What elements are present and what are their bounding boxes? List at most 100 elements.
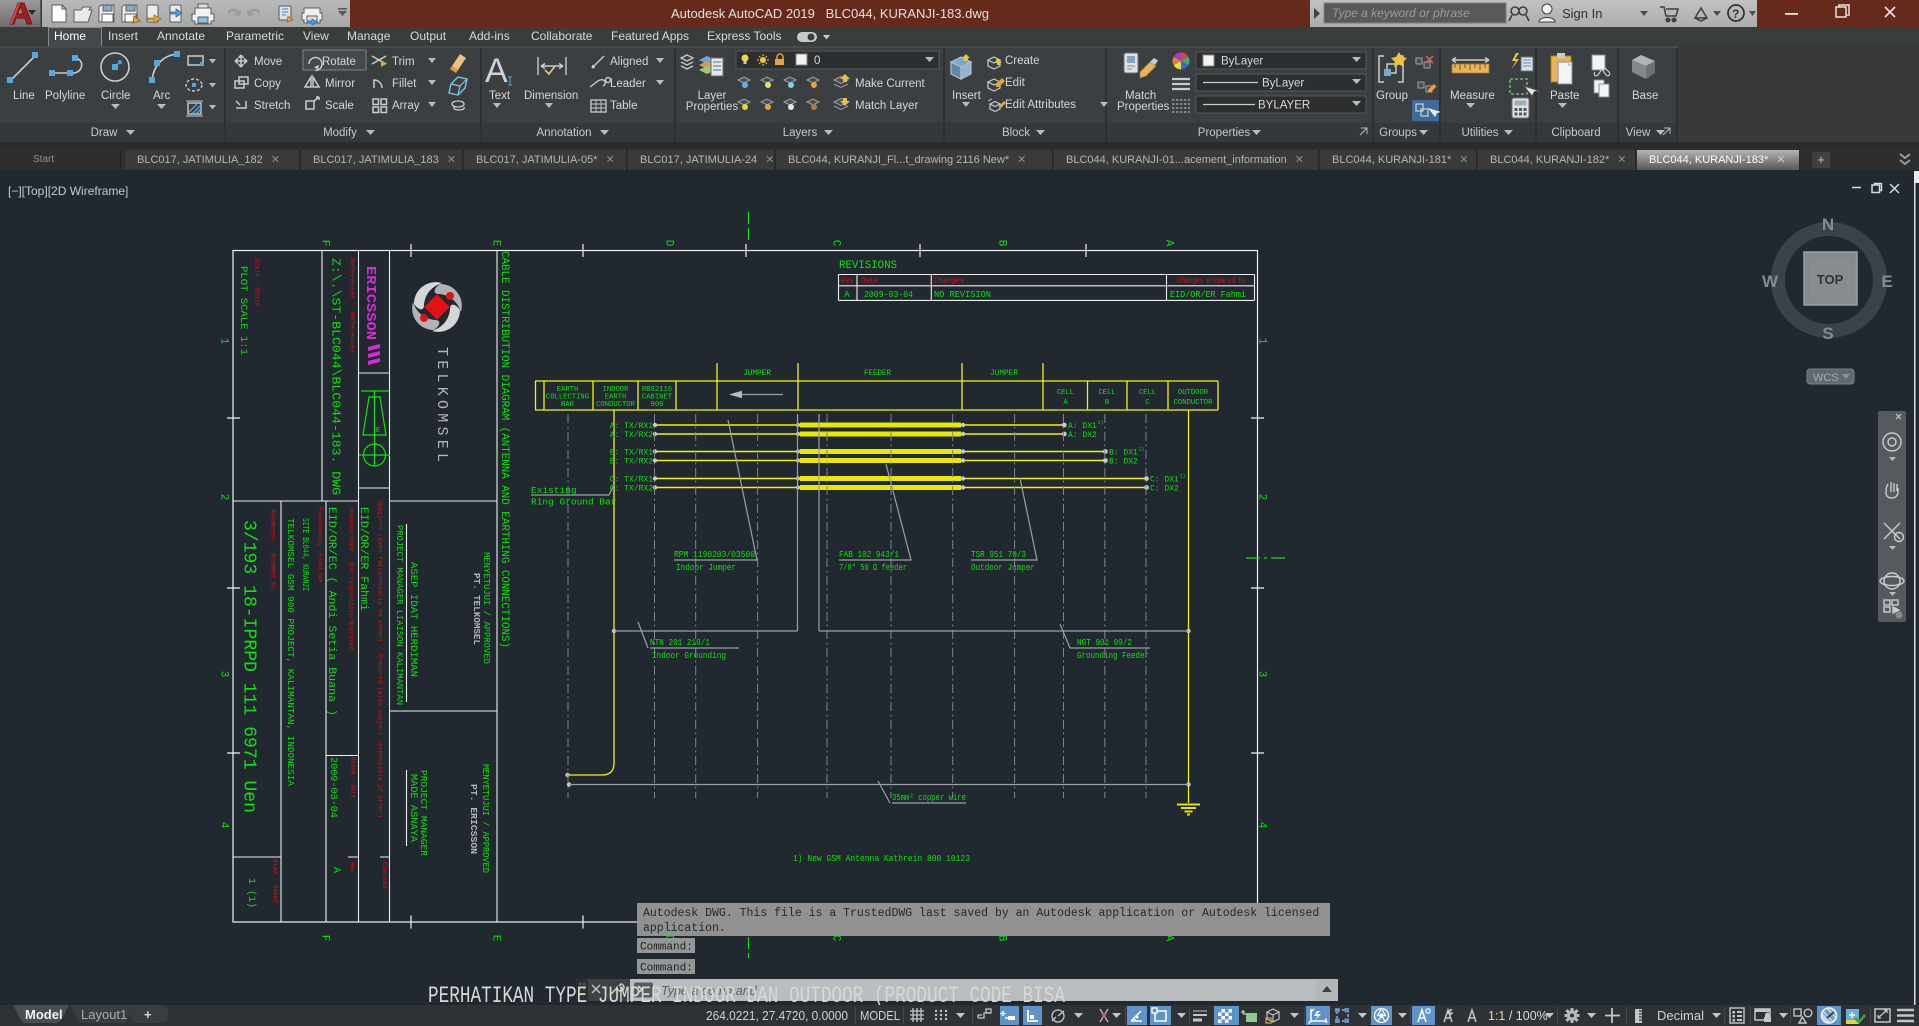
svg-text:3: 3 bbox=[218, 671, 230, 678]
svg-text:PLOT SCALE 1:1: PLOT SCALE 1:1 bbox=[237, 266, 248, 355]
svg-text:Layout1: Layout1 bbox=[81, 1007, 127, 1022]
svg-text:1: 1 bbox=[1256, 338, 1268, 345]
svg-text:ASEP IDAT HERDIMAN: ASEP IDAT HERDIMAN bbox=[407, 562, 419, 677]
svg-text:Stretch: Stretch bbox=[254, 100, 290, 112]
svg-text:RPM 1190203/03500: RPM 1190203/03500 bbox=[674, 549, 755, 560]
svg-text:Group: Group bbox=[1376, 90, 1408, 102]
svg-text:A: DX2: A: DX2 bbox=[1068, 431, 1097, 440]
svg-text:F: F bbox=[319, 935, 331, 942]
svg-text:Clipboard: Clipboard bbox=[1551, 127, 1600, 139]
svg-text:?: ? bbox=[1732, 7, 1739, 21]
svg-text:PERHATIKAN TYPE JUMPER INDOOR: PERHATIKAN TYPE JUMPER INDOOR DAN OUTDOO… bbox=[428, 983, 1065, 1005]
svg-text:MODEL: MODEL bbox=[860, 1008, 900, 1023]
svg-text:A: DX1: A: DX1 bbox=[1068, 422, 1097, 431]
svg-text:1): 1) bbox=[1180, 474, 1186, 480]
svg-text:CABLE DISTRIBUTION DIAGRAM (AN: CABLE DISTRIBUTION DIAGRAM (ANTENNA AND … bbox=[498, 251, 510, 648]
svg-text:TOP: TOP bbox=[1817, 272, 1844, 287]
svg-text:B: DX1: B: DX1 bbox=[1109, 449, 1138, 458]
svg-text:D: D bbox=[663, 240, 675, 247]
svg-text:1) New GSM Antenna Kathrein 8: 1) New GSM Antenna Kathrein 800 10123 bbox=[793, 853, 970, 864]
svg-text:N: N bbox=[1822, 215, 1834, 234]
svg-text:TELKOMSEL: TELKOMSEL bbox=[433, 347, 450, 462]
svg-text:View: View bbox=[1626, 127, 1651, 139]
svg-text:A: TX/RX2: A: TX/RX2 bbox=[610, 431, 653, 440]
svg-text:Dokumentnr. - Document No.: Dokumentnr. - Document No. bbox=[269, 509, 276, 591]
svg-text:Indoor Jumper: Indoor Jumper bbox=[676, 562, 736, 573]
svg-text:E: E bbox=[490, 240, 502, 247]
svg-text:CONDUCTOR: CONDUCTOR bbox=[1174, 399, 1214, 407]
svg-text:JUMPER: JUMPER bbox=[990, 369, 1018, 378]
svg-text:E: E bbox=[376, 427, 380, 435]
svg-text:PROJECT MANAGER: PROJECT MANAGER bbox=[418, 770, 429, 856]
svg-text:FAB 102 943/1: FAB 102 943/1 bbox=[839, 549, 899, 560]
svg-text:EID/OR/EC ( Andi Setia Buana ): EID/OR/EC ( Andi Setia Buana ) bbox=[325, 507, 337, 716]
svg-text:Circle: Circle bbox=[101, 90, 130, 102]
svg-text:Changes: Changes bbox=[934, 278, 964, 286]
svg-text:Arc: Arc bbox=[153, 90, 171, 102]
svg-text:Utilities: Utilities bbox=[1461, 127, 1498, 139]
svg-text:NO REVISION: NO REVISION bbox=[934, 289, 991, 300]
svg-text:SITE BL044, KURANJI: SITE BL044, KURANJI bbox=[300, 518, 310, 591]
svg-text:Annotation: Annotation bbox=[537, 127, 592, 139]
svg-text:Match Layer: Match Layer bbox=[855, 100, 918, 112]
svg-text:Text: Text bbox=[489, 90, 511, 102]
svg-text:Checked: Checked bbox=[381, 862, 388, 888]
svg-text:Scale - Scale: Scale - Scale bbox=[254, 258, 261, 306]
svg-text:2009-03-04: 2009-03-04 bbox=[864, 289, 913, 300]
svg-text:Changes prepared by: Changes prepared by bbox=[1178, 278, 1246, 286]
svg-text:1): 1) bbox=[1098, 420, 1104, 426]
svg-text:Line: Line bbox=[13, 90, 35, 102]
svg-text:application.: application. bbox=[643, 922, 726, 935]
svg-text:MENYETUJUI / APPROVED: MENYETUJUI / APPROVED bbox=[480, 764, 490, 873]
svg-text:E: E bbox=[1881, 272, 1892, 291]
svg-text:Properties: Properties bbox=[1198, 127, 1251, 139]
svg-text:7/8" 50 Ω feeder: 7/8" 50 Ω feeder bbox=[839, 562, 907, 573]
svg-text:4: 4 bbox=[1256, 822, 1268, 829]
svg-text:EID/OR/ER Fahmi: EID/OR/ER Fahmi bbox=[357, 507, 369, 611]
svg-text:1:1 / 100%: 1:1 / 100% bbox=[1488, 1009, 1548, 1023]
svg-text:Existing: Existing bbox=[531, 485, 577, 496]
svg-text:Z:\.\ST-BLC044\BLC044-183. DWG: Z:\.\ST-BLC044\BLC044-183. DWG bbox=[329, 258, 343, 495]
svg-text:Insert: Insert bbox=[952, 90, 982, 102]
svg-text:C: TX/RX1: C: TX/RX1 bbox=[610, 476, 653, 485]
svg-text:Date: Date bbox=[861, 278, 878, 286]
svg-text:C: C bbox=[830, 240, 842, 247]
svg-text:ERICSSON: ERICSSON bbox=[362, 266, 378, 340]
svg-text:C: TX/RX2: C: TX/RX2 bbox=[610, 485, 653, 494]
svg-text:Scale: Scale bbox=[325, 100, 354, 112]
svg-text:Rev: Rev bbox=[348, 862, 355, 873]
svg-text:Fillet: Fillet bbox=[392, 78, 417, 90]
svg-text:Ring Ground Bar: Ring Ground Bar bbox=[531, 497, 617, 508]
svg-text:Copy: Copy bbox=[254, 78, 281, 90]
svg-text:+: + bbox=[144, 1007, 152, 1022]
svg-text:Dokansv/Godk - Doc responsible: Dokansv/Godk - Doc responsible/Approved bbox=[347, 507, 354, 650]
svg-text:Table: Table bbox=[610, 100, 638, 112]
svg-text:F: F bbox=[319, 240, 331, 247]
svg-text:B: B bbox=[996, 240, 1008, 247]
svg-text:A: A bbox=[485, 52, 508, 90]
svg-text:Array: Array bbox=[392, 100, 420, 112]
svg-text:2: 2 bbox=[218, 494, 230, 501]
svg-text:CELL: CELL bbox=[1098, 389, 1115, 397]
svg-text:Base: Base bbox=[1632, 90, 1658, 102]
svg-text:PROJECT MANAGER LIAISON KALIMA: PROJECT MANAGER LIAISON KALIMANTAN bbox=[394, 525, 404, 705]
svg-text:B: DX2: B: DX2 bbox=[1109, 458, 1138, 467]
svg-text:S: S bbox=[1822, 324, 1833, 343]
svg-text:Modify: Modify bbox=[323, 127, 357, 139]
svg-text:C: C bbox=[1145, 399, 1150, 407]
svg-text:B: B bbox=[1105, 399, 1110, 407]
svg-text:BYLAYER: BYLAYER bbox=[1258, 100, 1310, 112]
svg-text:Decimal: Decimal bbox=[1657, 1008, 1704, 1023]
svg-text:PT. TELKOMSEL: PT. TELKOMSEL bbox=[471, 573, 482, 645]
svg-text:EID/OR/ER Fahmi: EID/OR/ER Fahmi bbox=[1170, 289, 1246, 300]
svg-text:Mirror: Mirror bbox=[325, 78, 355, 90]
svg-text:1 (1): 1 (1) bbox=[245, 878, 257, 908]
svg-text:A: A bbox=[330, 867, 341, 873]
svg-text:Properties: Properties bbox=[686, 101, 739, 113]
svg-text:1): 1) bbox=[1139, 447, 1145, 453]
svg-text:B: TX/RX1: B: TX/RX1 bbox=[610, 449, 653, 458]
svg-text:0: 0 bbox=[814, 55, 820, 67]
svg-text:TELKOMSEL GSM 900 PROJECT, KAL: TELKOMSEL GSM 900 PROJECT, KALIMANTAN, I… bbox=[285, 518, 295, 787]
svg-text:CELL: CELL bbox=[1139, 389, 1156, 397]
svg-text:Blad - Sheet: Blad - Sheet bbox=[271, 859, 278, 903]
